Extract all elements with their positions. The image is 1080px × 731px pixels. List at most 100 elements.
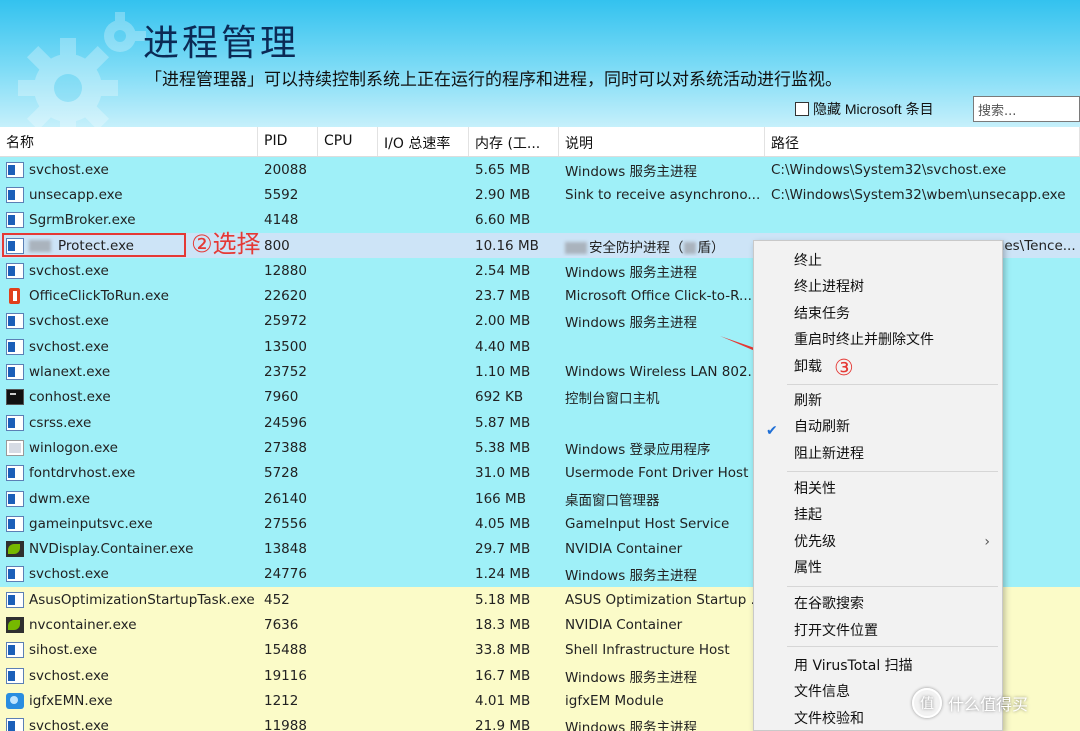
description-cell: 安全防护进程（ 盾）: [559, 236, 765, 256]
pid-cell: 4148: [264, 212, 299, 229]
description-cell: Windows 服务主进程: [565, 163, 698, 180]
description-cell: Microsoft Office Click-to-R...: [565, 288, 752, 305]
pid-cell: 13500: [264, 338, 307, 355]
description-cell: Windows 服务主进程: [565, 315, 698, 332]
nvidia-process-icon: [6, 616, 24, 633]
app-header: 进程管理 「进程管理器」可以持续控制系统上正在运行的程序和进程，同时可以对系统活…: [0, 0, 1080, 127]
menu-item[interactable]: 刷新: [754, 389, 1002, 413]
menu-item[interactable]: 卸载: [754, 355, 1002, 379]
process-name: SgrmBroker.exe: [29, 212, 136, 229]
table-row[interactable]: svchost.exe 20088 5.65 MB Windows 服务主进程 C:\W…: [0, 157, 1080, 183]
process-name: unsecapp.exe: [29, 186, 123, 203]
memory-cell: 18.3 MB: [475, 616, 531, 633]
menu-item-label: 终止: [794, 253, 822, 269]
pid-cell: 27388: [264, 439, 307, 456]
column-header-path[interactable]: 路径: [765, 127, 1080, 156]
process-name: winlogon.exe: [29, 439, 118, 456]
menu-item-label: 属性: [794, 560, 822, 576]
menu-item[interactable]: 重启时终止并删除文件: [754, 328, 1002, 352]
menu-item[interactable]: 优先级 ›: [754, 530, 1002, 554]
table-row[interactable]: unsecapp.exe 5592 2.90 MB Sink to receive a…: [0, 182, 1080, 208]
pid-cell: 800: [264, 237, 290, 254]
process-name: svchost.exe: [29, 718, 109, 731]
process-name: svchost.exe: [29, 667, 109, 684]
hide-microsoft-checkbox[interactable]: 隐藏 Microsoft 条目: [795, 99, 934, 119]
table-header: 名称 PID CPU I/O 总速率 内存 (工... 说明 路径: [0, 127, 1080, 157]
table-row[interactable]: SgrmBroker.exe 4148 6.60 MB: [0, 207, 1080, 233]
menu-item-label: 文件校验和: [794, 711, 864, 727]
process-name: sihost.exe: [29, 642, 98, 659]
process-name-cell: wlanext.exe: [0, 364, 258, 381]
menu-item-label: 自动刷新: [794, 419, 850, 435]
exe-process-icon: [6, 642, 24, 659]
igfx-process-icon: [6, 692, 24, 709]
menu-item-label: 优先级: [794, 534, 836, 550]
watermark: 值 什么值得买: [912, 688, 1028, 718]
memory-cell: 166 MB: [475, 490, 526, 507]
memory-cell: 2.00 MB: [475, 313, 531, 330]
exe-process-icon: [6, 338, 24, 355]
menu-item[interactable]: 在谷歌搜索: [754, 592, 1002, 616]
context-menu: 终止终止进程树结束任务 重启时终止并删除文件 卸载刷新 ✔ 自动刷新阻止新进程相关性挂起…: [753, 240, 1003, 731]
process-name: gameinputsvc.exe: [29, 515, 153, 532]
menu-item[interactable]: 打开文件位置: [754, 619, 1002, 643]
checkbox-box[interactable]: [795, 102, 809, 116]
menu-item-label: 相关性: [794, 481, 836, 497]
process-name: svchost.exe: [29, 313, 109, 330]
memory-cell: 1.10 MB: [475, 364, 531, 381]
process-name: AsusOptimizationStartupTask.exe: [29, 591, 255, 608]
memory-cell: 4.05 MB: [475, 515, 531, 532]
process-name-cell: igfxEMN.exe: [0, 692, 258, 709]
column-header-name[interactable]: 名称: [0, 127, 258, 156]
pid-cell: 27556: [264, 515, 307, 532]
exe-process-icon: [6, 364, 24, 381]
description-cell: Windows 登录应用程序: [565, 441, 711, 458]
exe-process-icon: [6, 465, 24, 482]
process-name: csrss.exe: [29, 414, 92, 431]
menu-item[interactable]: 用 VirusTotal 扫描: [754, 654, 1002, 678]
menu-item[interactable]: 相关性: [754, 477, 1002, 501]
menu-item[interactable]: ✔ 自动刷新: [754, 415, 1002, 439]
column-header-cpu[interactable]: CPU: [318, 127, 378, 156]
column-header-description[interactable]: 说明: [559, 127, 765, 156]
description-cell: 控制台窗口主机: [565, 391, 660, 408]
description-cell: Sink to receive asynchrono...: [565, 186, 761, 203]
pid-cell: 25972: [264, 313, 307, 330]
pid-cell: 12880: [264, 262, 307, 279]
memory-cell: 10.16 MB: [475, 237, 539, 254]
process-name: nvcontainer.exe: [29, 616, 137, 633]
pid-cell: 7960: [264, 389, 299, 406]
menu-separator: [787, 471, 998, 472]
menu-item[interactable]: 阻止新进程: [754, 442, 1002, 466]
process-name-cell: svchost.exe: [0, 667, 258, 684]
process-name-cell: svchost.exe: [0, 566, 258, 583]
menu-item[interactable]: 属性: [754, 556, 1002, 580]
process-name: dwm.exe: [29, 490, 91, 507]
exe-process-icon: [6, 566, 24, 583]
description-cell: 桌面窗口管理器: [565, 492, 660, 509]
memory-cell: 692 KB: [475, 389, 524, 406]
column-header-pid[interactable]: PID: [258, 127, 318, 156]
process-name-cell: nvcontainer.exe: [0, 616, 258, 633]
process-name: svchost.exe: [29, 566, 109, 583]
exe-process-icon: [6, 212, 24, 229]
pid-cell: 13848: [264, 541, 307, 558]
menu-item[interactable]: 终止进程树: [754, 275, 1002, 299]
menu-item[interactable]: 挂起: [754, 503, 1002, 527]
pid-cell: 26140: [264, 490, 307, 507]
menu-item[interactable]: 终止: [754, 249, 1002, 273]
column-header-memory[interactable]: 内存 (工...: [469, 127, 559, 156]
menu-item-label: 在谷歌搜索: [794, 596, 864, 612]
memory-cell: 21.9 MB: [475, 718, 531, 731]
search-input[interactable]: 搜索...: [973, 96, 1080, 122]
menu-item-label: 用 VirusTotal 扫描: [794, 658, 913, 674]
memory-cell: 5.87 MB: [475, 414, 531, 431]
exe-process-icon: [6, 186, 24, 203]
nvidia-process-icon: [6, 541, 24, 558]
menu-separator: [787, 646, 998, 647]
column-header-io[interactable]: I/O 总速率: [378, 127, 469, 156]
menu-item[interactable]: 结束任务: [754, 302, 1002, 326]
description-cell: Windows 服务主进程: [565, 720, 698, 731]
process-name: OfficeClickToRun.exe: [29, 288, 169, 305]
console-process-icon: [6, 389, 24, 406]
